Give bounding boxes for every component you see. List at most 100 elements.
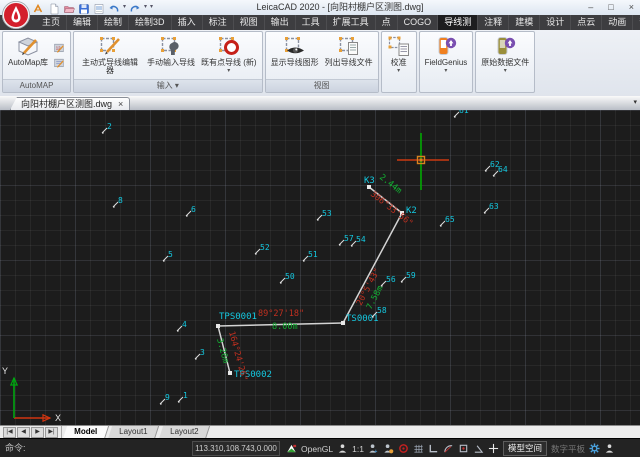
qa-new-button[interactable] bbox=[48, 2, 60, 14]
close-button[interactable]: × bbox=[629, 0, 634, 15]
target-red-icon[interactable] bbox=[398, 443, 409, 454]
ribbon-panel-label[interactable]: AutoMAP bbox=[3, 79, 70, 92]
map-pencil-icon bbox=[16, 34, 40, 58]
drawing-canvas[interactable]: TPS0001TS0001TPS0002K2K32618655251505357… bbox=[0, 110, 640, 425]
station-marker[interactable] bbox=[216, 324, 220, 328]
point-dot bbox=[440, 225, 442, 227]
ribbon-tab-点云[interactable]: 点云 bbox=[571, 15, 602, 30]
qa-open-button[interactable] bbox=[63, 2, 75, 14]
ribbon-button-既有点导线 (新)[interactable]: 既有点导线 (新)▾ bbox=[198, 32, 260, 79]
command-prompt[interactable]: 命令: bbox=[5, 439, 26, 457]
person-orange-icon[interactable] bbox=[383, 443, 394, 454]
qa-save-button[interactable] bbox=[78, 2, 90, 14]
document-tab[interactable]: 向阳村棚户区测图.dwg × bbox=[10, 97, 130, 110]
ribbon-tab-bar: 主页编辑绘制绘制3D插入标注视图输出工具扩展工具点COGO导线测注释建模设计点云… bbox=[0, 15, 640, 30]
mini-map-2-button[interactable] bbox=[53, 57, 66, 70]
ribbon-button-AutoMap库[interactable]: AutoMap库 bbox=[5, 32, 51, 79]
ribbon-tab-绘制[interactable]: 绘制 bbox=[98, 15, 129, 30]
ribbon-button-label: 校准 bbox=[391, 59, 407, 67]
ribbon-tab-COGO[interactable]: COGO bbox=[398, 15, 439, 30]
ribbon-tab-动画[interactable]: 动画 bbox=[602, 15, 633, 30]
ribbon-tab-导线测[interactable]: 导线测 bbox=[438, 15, 478, 30]
ribbon-tab-编辑[interactable]: 编辑 bbox=[67, 15, 98, 30]
ortho-icon[interactable] bbox=[428, 443, 439, 454]
ribbon-tab-主页[interactable]: 主页 bbox=[36, 15, 67, 30]
ribbon-tab-视图[interactable]: 视图 bbox=[234, 15, 265, 30]
qa-undo-button[interactable] bbox=[108, 2, 120, 14]
polar-arc-icon[interactable] bbox=[443, 443, 454, 454]
dropdown-icon[interactable]: ▾ bbox=[504, 68, 507, 74]
ribbon-tab-标注[interactable]: 标注 bbox=[203, 15, 234, 30]
qa-style-button[interactable] bbox=[33, 2, 45, 14]
document-list-dropdown-icon[interactable]: ▾ bbox=[633, 98, 637, 106]
app-logo-icon[interactable] bbox=[2, 1, 30, 29]
coordinates-display: 113.310,108.743,0.000 bbox=[192, 441, 280, 456]
gear-icon[interactable] bbox=[589, 443, 600, 454]
minimize-button[interactable]: – bbox=[588, 0, 593, 15]
person-white-icon[interactable] bbox=[337, 443, 348, 454]
tablet-button[interactable]: 数字平板 bbox=[551, 443, 585, 455]
maximize-button[interactable]: □ bbox=[608, 0, 613, 15]
angle-icon[interactable] bbox=[473, 443, 484, 454]
point-dot bbox=[401, 281, 403, 283]
ribbon-tab-绘制3D[interactable]: 绘制3D bbox=[129, 15, 172, 30]
ribbon-tab-建模[interactable]: 建模 bbox=[509, 15, 540, 30]
layout-nav-1[interactable]: ◀ bbox=[17, 427, 30, 438]
dropdown-icon[interactable]: ▾ bbox=[444, 68, 447, 74]
grid-icon[interactable] bbox=[413, 443, 424, 454]
model-space-button[interactable]: 模型空间 bbox=[503, 441, 547, 456]
mini-map-1-button[interactable]: 12 bbox=[53, 42, 66, 55]
ribbon-tab-工具[interactable]: 工具 bbox=[296, 15, 327, 30]
ribbon-tab-注释[interactable]: 注释 bbox=[478, 15, 509, 30]
point-label: 8 bbox=[118, 196, 123, 205]
ribbon-button-校准[interactable]: 校准▾ bbox=[384, 32, 414, 92]
person-white-icon[interactable] bbox=[604, 443, 615, 454]
document-tab-bar: 向阳村棚户区测图.dwg × ▾ bbox=[0, 96, 640, 111]
angle-icon bbox=[473, 443, 484, 454]
ribbon-button-主动式导线编辑器[interactable]: 主动式导线编辑器 bbox=[76, 32, 144, 79]
osnap-icon bbox=[458, 443, 469, 454]
ribbon-tab-点[interactable]: 点 bbox=[376, 15, 398, 30]
osnap-icon[interactable] bbox=[458, 443, 469, 454]
ribbon-button-显示导线图形[interactable]: 显示导线图形 bbox=[268, 32, 322, 79]
point-dot bbox=[493, 175, 495, 177]
ribbon-tab-输出[interactable]: 输出 bbox=[265, 15, 296, 30]
ribbon-tab-插入[interactable]: 插入 bbox=[172, 15, 203, 30]
ribbon-button-原始数据文件[interactable]: 原始数据文件▾ bbox=[478, 32, 532, 92]
point-dot bbox=[303, 260, 305, 262]
point-dot bbox=[163, 260, 165, 262]
opengl-label[interactable]: OpenGL bbox=[301, 444, 333, 454]
st-ucs-icon[interactable] bbox=[286, 443, 297, 454]
layout-tab-bar: |◀◀▶▶| ModelLayout1Layout2 bbox=[0, 425, 640, 439]
station-marker[interactable] bbox=[228, 371, 232, 375]
ribbon-button-FieldGenius[interactable]: FieldGenius▾ bbox=[422, 32, 471, 92]
station-label: K3 bbox=[364, 176, 375, 186]
ribbon-panel-原始数据文件: 原始数据文件▾ bbox=[475, 31, 535, 93]
window-title: LeicaCAD 2020 - [向阳村棚户区测图.dwg] bbox=[120, 0, 560, 15]
document-close-icon[interactable]: × bbox=[118, 98, 123, 110]
ribbon-tab-扩展工具[interactable]: 扩展工具 bbox=[327, 15, 376, 30]
mini-map-1-icon: 12 bbox=[53, 42, 66, 55]
ribbon-button-手动输入导线[interactable]: 手动输入导线 bbox=[144, 32, 198, 79]
annotation-scale-value[interactable]: 1:1 bbox=[352, 444, 364, 454]
ribbon-panel-label[interactable]: 视图 bbox=[266, 79, 378, 92]
layout-nav-2[interactable]: ▶ bbox=[31, 427, 44, 438]
gear-icon bbox=[589, 443, 600, 454]
crosshair-icon[interactable] bbox=[488, 443, 499, 454]
person-blue-icon[interactable]: + bbox=[368, 443, 379, 454]
point-dot bbox=[454, 116, 456, 118]
dropdown-icon[interactable]: ▾ bbox=[397, 68, 400, 74]
point-dot bbox=[186, 215, 188, 217]
ribbon-button-列出导线文件[interactable]: 列出导线文件 bbox=[322, 32, 376, 79]
dropdown-icon[interactable]: ▾ bbox=[227, 68, 230, 74]
ribbon-panel-label[interactable]: 输入 ▾ bbox=[74, 79, 262, 92]
ribbon-tab-帮助[interactable]: 帮助 bbox=[633, 15, 640, 30]
status-toggles: OpenGL 1:1 + 模型空间数字平板 bbox=[286, 439, 638, 457]
person-white-icon bbox=[337, 443, 348, 454]
layout-nav-3[interactable]: ▶| bbox=[45, 427, 58, 438]
cursor-grip bbox=[420, 159, 423, 162]
layout-nav-0[interactable]: |◀ bbox=[3, 427, 16, 438]
qa-preview-button[interactable] bbox=[93, 2, 105, 14]
ribbon-tab-设计[interactable]: 设计 bbox=[540, 15, 571, 30]
station-marker[interactable] bbox=[341, 321, 345, 325]
